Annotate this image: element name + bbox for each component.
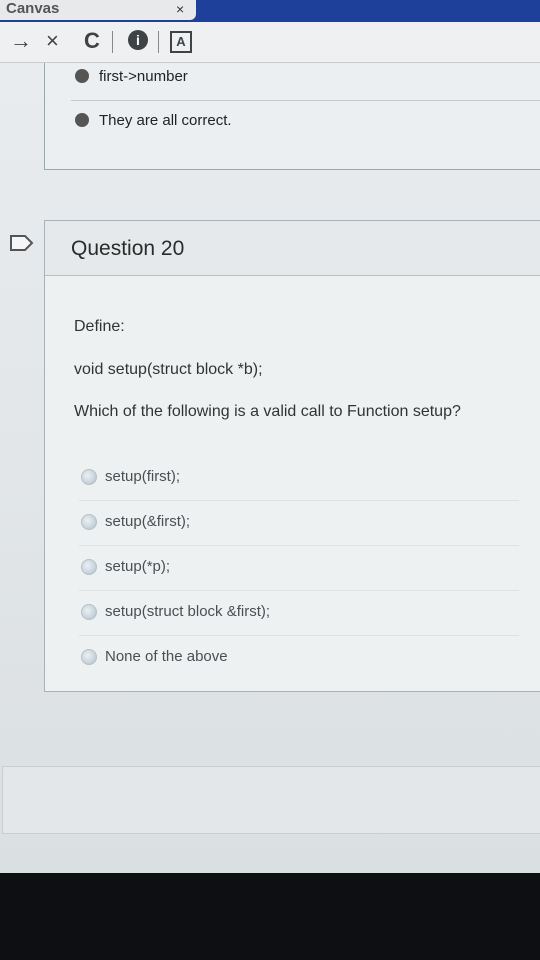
browser-tab-bar: Canvas × [0, 0, 540, 22]
question-header: Question 20 [45, 221, 540, 276]
next-section-box [2, 766, 540, 834]
answer-label: setup(&first); [105, 513, 191, 530]
radio-icon[interactable] [81, 514, 97, 530]
browser-toolbar: → × C i A [0, 22, 540, 63]
answer-list: setup(first); setup(&first); setup(*p); … [79, 456, 519, 680]
previous-answer[interactable]: first->number [75, 68, 188, 85]
answer-label: setup(*p); [105, 558, 171, 575]
answer-option[interactable]: None of the above [79, 635, 519, 680]
answer-label: setup(first); [105, 468, 181, 485]
toolbar-separator [158, 31, 159, 53]
info-icon[interactable]: i [128, 30, 148, 50]
answer-option[interactable]: setup(struct block &first); [79, 590, 519, 635]
radio-icon[interactable] [81, 559, 97, 575]
question-text: Define: [74, 318, 125, 335]
previous-question-card: first->number They are all correct. [44, 63, 540, 170]
question-title: Question 20 [71, 237, 185, 260]
flag-question-icon[interactable] [10, 235, 34, 251]
radio-icon[interactable] [81, 469, 97, 485]
radio-selected-icon[interactable] [75, 113, 89, 127]
stop-icon[interactable]: × [46, 29, 59, 53]
tab-title: Canvas [6, 0, 60, 17]
previous-answer-label: first->number [99, 68, 188, 85]
screen-bottom-bezel [0, 873, 540, 960]
browser-tab[interactable]: Canvas × [0, 0, 196, 20]
question-text: Which of the following is a valid call t… [74, 403, 461, 420]
reload-icon[interactable]: C [84, 29, 100, 53]
answer-option[interactable]: setup(&first); [79, 500, 519, 545]
page-content: first->number They are all correct. Ques… [0, 63, 540, 873]
radio-icon[interactable] [81, 604, 97, 620]
answer-option[interactable]: setup(*p); [79, 545, 519, 590]
previous-answer-label: They are all correct. [99, 112, 232, 129]
tab-close-icon[interactable]: × [176, 1, 184, 17]
radio-selected-icon[interactable] [75, 69, 89, 83]
answer-option[interactable]: setup(first); [79, 456, 519, 500]
question-text: void setup(struct block *b); [74, 361, 263, 378]
reader-mode-icon[interactable]: A [170, 31, 192, 53]
toolbar-separator [112, 31, 113, 53]
answer-label: None of the above [105, 648, 228, 665]
answer-label: setup(struct block &first); [105, 603, 271, 620]
forward-icon[interactable]: → [10, 29, 32, 53]
previous-answer[interactable]: They are all correct. [75, 112, 232, 129]
answer-divider [71, 100, 540, 101]
question-card: Question 20 Define: void setup(struct bl… [44, 220, 540, 692]
radio-icon[interactable] [81, 649, 97, 665]
